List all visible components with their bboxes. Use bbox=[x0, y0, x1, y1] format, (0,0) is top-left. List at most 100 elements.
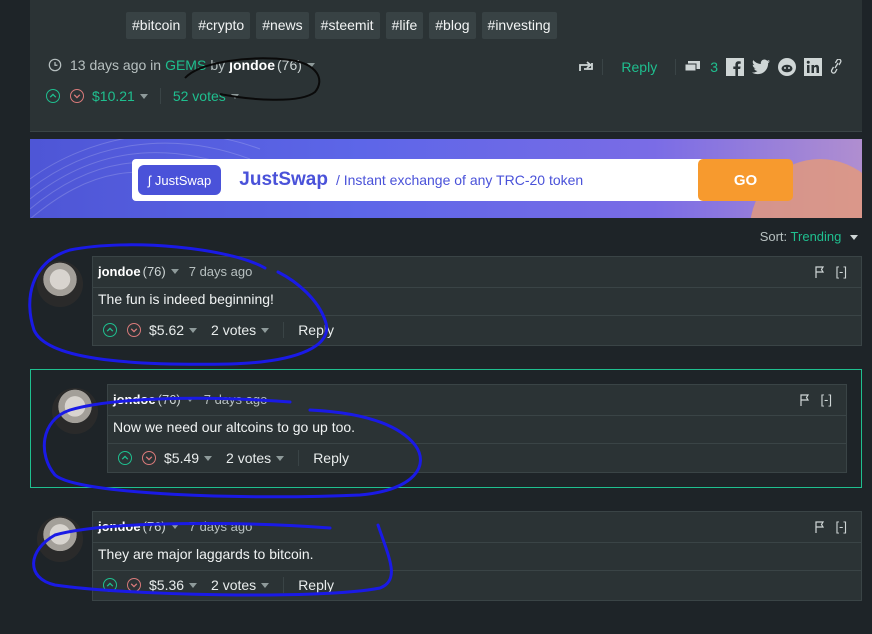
divider bbox=[298, 450, 300, 466]
comment-payout[interactable]: $5.62 bbox=[149, 322, 184, 338]
flag-icon[interactable] bbox=[815, 265, 825, 278]
comment-author[interactable]: jondoe bbox=[113, 392, 156, 407]
reblog-icon[interactable] bbox=[578, 60, 594, 74]
upvote-button[interactable] bbox=[46, 89, 60, 103]
chevron-down-icon bbox=[130, 583, 138, 588]
comment-vote-row: $5.36 2 votes Reply bbox=[103, 577, 334, 593]
banner-title: JustSwap bbox=[239, 169, 328, 190]
chevron-down-icon[interactable] bbox=[306, 62, 315, 68]
chevron-up-icon bbox=[49, 93, 57, 98]
post-meta: 13 days ago in GEMS by jondoe (76) bbox=[48, 57, 315, 73]
collapse-toggle[interactable]: [-] bbox=[835, 264, 847, 279]
justswap-ad-banner[interactable]: ʃ JustSwap JustSwap / Instant exchange o… bbox=[30, 139, 862, 218]
tag-investing[interactable]: #investing bbox=[481, 12, 557, 39]
comment-header: jondoe (76) 7 days ago bbox=[98, 264, 252, 279]
chevron-down-icon[interactable] bbox=[185, 397, 194, 402]
chevron-down-icon[interactable] bbox=[276, 455, 285, 461]
comment-payout[interactable]: $5.36 bbox=[149, 577, 184, 593]
divider bbox=[93, 315, 861, 316]
linkedin-icon[interactable] bbox=[804, 58, 822, 76]
chevron-up-icon bbox=[106, 327, 114, 332]
chevron-down-icon[interactable] bbox=[261, 327, 270, 333]
comment-tools: [-] bbox=[815, 519, 847, 534]
chevron-down-icon bbox=[130, 328, 138, 333]
chevron-down-icon[interactable] bbox=[850, 235, 858, 241]
comments-icon[interactable] bbox=[684, 60, 702, 74]
comment-author[interactable]: jondoe bbox=[98, 264, 141, 279]
avatar[interactable] bbox=[52, 388, 98, 434]
upvote-button[interactable] bbox=[103, 578, 117, 592]
tag-life[interactable]: #life bbox=[385, 12, 424, 39]
twitter-icon[interactable] bbox=[752, 59, 770, 75]
comment-votes[interactable]: 2 votes bbox=[211, 322, 256, 338]
upvote-button[interactable] bbox=[118, 451, 132, 465]
comment-payout[interactable]: $5.49 bbox=[164, 450, 199, 466]
justswap-logo: ʃ JustSwap bbox=[138, 165, 222, 195]
comment-tools: [-] bbox=[815, 264, 847, 279]
link-icon[interactable] bbox=[830, 59, 842, 75]
chevron-down-icon[interactable] bbox=[261, 582, 270, 588]
comment-time[interactable]: 7 days ago bbox=[189, 519, 253, 534]
flag-icon[interactable] bbox=[815, 520, 825, 533]
comment-vote-row: $5.62 2 votes Reply bbox=[103, 322, 334, 338]
comment-time[interactable]: 7 days ago bbox=[189, 264, 253, 279]
clock-icon bbox=[48, 58, 62, 72]
chevron-down-icon[interactable] bbox=[189, 582, 198, 588]
upvote-button[interactable] bbox=[103, 323, 117, 337]
post-author[interactable]: jondoe bbox=[229, 57, 275, 73]
post-actions: Reply 3 bbox=[578, 58, 842, 76]
divider bbox=[283, 577, 285, 593]
post-votes[interactable]: 52 votes bbox=[173, 88, 226, 104]
sort-value[interactable]: Trending bbox=[791, 229, 842, 244]
post-reply-link[interactable]: Reply bbox=[621, 59, 657, 75]
chevron-down-icon[interactable] bbox=[230, 93, 239, 99]
chevron-down-icon bbox=[145, 456, 153, 461]
chevron-down-icon[interactable] bbox=[204, 455, 213, 461]
divider bbox=[675, 59, 677, 75]
collapse-toggle[interactable]: [-] bbox=[820, 392, 832, 407]
downvote-button[interactable] bbox=[70, 89, 84, 103]
avatar[interactable] bbox=[37, 516, 83, 562]
comment-reply-link[interactable]: Reply bbox=[298, 322, 334, 338]
downvote-button[interactable] bbox=[127, 578, 141, 592]
reddit-icon[interactable] bbox=[778, 58, 796, 76]
avatar[interactable] bbox=[37, 261, 83, 307]
comment-header: jondoe (76) 7 days ago bbox=[98, 519, 252, 534]
chevron-down-icon bbox=[73, 94, 81, 99]
comment-votes[interactable]: 2 votes bbox=[211, 577, 256, 593]
divider bbox=[93, 287, 861, 288]
comment-body: The fun is indeed beginning! bbox=[98, 291, 274, 307]
community-link[interactable]: GEMS bbox=[165, 57, 206, 73]
lightning-icon: ʃ bbox=[148, 172, 151, 188]
tag-crypto[interactable]: #crypto bbox=[192, 12, 251, 39]
facebook-icon[interactable] bbox=[726, 58, 744, 76]
go-button[interactable]: GO bbox=[698, 159, 793, 201]
comment-author[interactable]: jondoe bbox=[98, 519, 141, 534]
tag-blog[interactable]: #blog bbox=[429, 12, 476, 39]
comment-count[interactable]: 3 bbox=[710, 59, 718, 75]
comment-reply-link[interactable]: Reply bbox=[298, 577, 334, 593]
chevron-down-icon[interactable] bbox=[139, 93, 148, 99]
chevron-down-icon[interactable] bbox=[170, 524, 179, 529]
chevron-down-icon[interactable] bbox=[170, 269, 179, 274]
comment-votes[interactable]: 2 votes bbox=[226, 450, 271, 466]
sort-control[interactable]: Sort: Trending bbox=[760, 229, 858, 244]
comment-tools: [-] bbox=[800, 392, 832, 407]
post-payout[interactable]: $10.21 bbox=[92, 88, 135, 104]
downvote-button[interactable] bbox=[127, 323, 141, 337]
tag-list: #bitcoin #crypto #news #steemit #life #b… bbox=[126, 12, 557, 39]
banner-content: ʃ JustSwap JustSwap / Instant exchange o… bbox=[132, 159, 793, 201]
chevron-down-icon[interactable] bbox=[189, 327, 198, 333]
downvote-button[interactable] bbox=[142, 451, 156, 465]
chevron-up-icon bbox=[121, 455, 129, 460]
collapse-toggle[interactable]: [-] bbox=[835, 519, 847, 534]
divider bbox=[93, 542, 861, 543]
flag-icon[interactable] bbox=[800, 393, 810, 406]
tag-news[interactable]: #news bbox=[256, 12, 309, 39]
comment-vote-row: $5.49 2 votes Reply bbox=[118, 450, 349, 466]
tag-steemit[interactable]: #steemit bbox=[314, 12, 380, 39]
comment-reply-link[interactable]: Reply bbox=[313, 450, 349, 466]
tag-bitcoin[interactable]: #bitcoin bbox=[126, 12, 187, 39]
comment-card: jondoe (76) 7 days ago [-] They are majo… bbox=[92, 511, 862, 601]
comment-time[interactable]: 7 days ago bbox=[204, 392, 268, 407]
